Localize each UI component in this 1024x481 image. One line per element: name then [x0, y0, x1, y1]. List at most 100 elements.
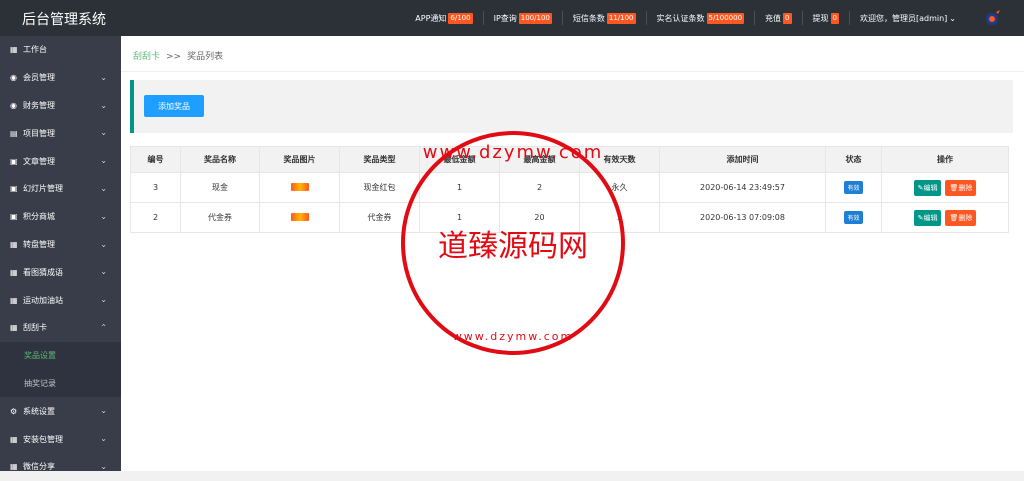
realname-count-link[interactable]: 实名认证条数 5/100000 [645, 11, 755, 25]
chevron-down-icon: ⌄ [100, 406, 107, 416]
chevron-up-icon: ⌃ [100, 322, 107, 332]
top-bar: 后台管理系统 APP通知 6/100 IP查询 100/100 短信条数 11/100… [0, 0, 1024, 36]
add-prize-button[interactable]: 添加奖品 [144, 95, 204, 117]
ip-query-link[interactable]: IP查询 100/100 [482, 11, 562, 25]
chevron-down-icon: ⌄ [100, 211, 107, 221]
column-header: 状态 [825, 146, 882, 173]
sidebar-item-sports-station[interactable]: ▦ 运动加油站 ⌄ [0, 286, 121, 314]
coin-icon: ◉ [10, 100, 17, 110]
column-header: 编号 [130, 146, 181, 173]
sidebar-item-idiom-game[interactable]: ▦ 看图猜成语 ⌄ [0, 258, 121, 286]
cell-actions: ✎编辑 🗑删除 [881, 172, 1009, 203]
file-icon: ▣ [10, 184, 18, 194]
chevron-down-icon: ⌄ [100, 72, 107, 82]
cell-id: 3 [130, 172, 181, 203]
file-icon: ▣ [10, 212, 18, 222]
cell-id: 2 [130, 202, 181, 233]
chevron-down-icon: ⌄ [100, 267, 107, 277]
column-header: 最低金额 [419, 146, 500, 173]
cell-time: 2020-06-14 23:49:57 [659, 172, 826, 203]
edit-button[interactable]: ✎编辑 [913, 209, 942, 226]
gear-icon: ⚙ [10, 406, 18, 416]
main-content: 刮刮卡 >> 奖品列表 添加奖品 编号 奖品名称 奖品图片 奖品类型 最低金额 最高… [121, 36, 1024, 471]
sidebar-item-slides[interactable]: ▣ 幻灯片管理 ⌄ [0, 175, 121, 203]
doc-icon: ▤ [10, 128, 18, 138]
app-title: 后台管理系统 [22, 12, 106, 28]
cell-actions: ✎编辑 🗑删除 [881, 202, 1009, 233]
sidebar: ▦ 工作台 ◉ 会员管理 ⌄ ◉ 财务管理 ⌄ ▤ 项目管理 ⌄ ▣ 文章管理 ⌄ ▣ 幻灯片管理 ⌄… [0, 36, 121, 471]
grid-icon: ▦ [10, 267, 18, 277]
sidebar-item-articles[interactable]: ▣ 文章管理 ⌄ [0, 147, 121, 175]
delete-button[interactable]: 🗑删除 [945, 179, 977, 196]
user-icon: ◉ [10, 73, 17, 83]
column-header: 奖品类型 [339, 146, 420, 173]
cell-days: 永久 [579, 172, 660, 203]
column-header: 奖品名称 [180, 146, 260, 173]
sidebar-item-system-settings[interactable]: ⚙ 系统设置 ⌄ [0, 397, 121, 425]
grid-icon: ▦ [10, 239, 18, 249]
prize-thumbnail [290, 182, 309, 191]
status-badge: 有效 [844, 211, 863, 224]
cell-time: 2020-06-13 07:09:08 [659, 202, 826, 233]
sidebar-item-wechat-share[interactable]: ▦ 微信分享 ⌄ [0, 453, 121, 481]
sidebar-item-finance[interactable]: ◉ 财务管理 ⌄ [0, 92, 121, 120]
grid-icon: ▦ [10, 462, 18, 472]
sms-count-link[interactable]: 短信条数 11/100 [561, 11, 646, 25]
sidebar-item-members[interactable]: ◉ 会员管理 ⌄ [0, 64, 121, 92]
sidebar-item-points-mall[interactable]: ▣ 积分商城 ⌄ [0, 203, 121, 231]
column-header: 添加时间 [659, 146, 826, 173]
cell-status: 有效 [825, 172, 882, 203]
sidebar-subitem-draw-records[interactable]: 抽奖记录 [0, 369, 121, 398]
prize-thumbnail [290, 212, 309, 221]
top-links: APP通知 6/100 IP查询 100/100 短信条数 11/100 实名认证条数… [405, 0, 962, 36]
breadcrumb: 刮刮卡 >> 奖品列表 [133, 49, 223, 62]
sidebar-item-scratch-card[interactable]: ▦ 刮刮卡 ⌃ [0, 314, 121, 342]
cell-min: 1 [419, 202, 500, 233]
table-row: 2 代金券 代金券 1 20 3 2020-06-13 07:09:08 有效 … [130, 202, 1009, 233]
sidebar-item-projects[interactable]: ▤ 项目管理 ⌄ [0, 119, 121, 147]
app-notice-link[interactable]: APP通知 6/100 [405, 11, 482, 25]
cell-min: 1 [419, 172, 500, 203]
user-menu[interactable]: 欢迎您，管理员[admin] ⌄ [848, 11, 962, 25]
badge: 5/100000 [706, 12, 745, 24]
cell-name: 代金券 [180, 202, 260, 233]
grid-icon: ▦ [10, 434, 18, 444]
badge: 0 [783, 12, 792, 24]
cell-name: 现金 [180, 172, 260, 203]
grid-icon: ▦ [10, 295, 18, 305]
breadcrumb-parent[interactable]: 刮刮卡 [133, 52, 160, 62]
recharge-link[interactable]: 充值 0 [754, 11, 801, 25]
badge: 6/100 [448, 12, 473, 24]
status-badge: 有效 [844, 181, 863, 194]
cell-type: 代金券 [339, 202, 420, 233]
badge: 100/100 [518, 12, 552, 24]
chevron-down-icon: ⌄ [100, 461, 107, 471]
grid-icon: ▦ [10, 45, 18, 55]
cell-type: 现金红包 [339, 172, 420, 203]
table-row: 3 现金 现金红包 1 2 永久 2020-06-14 23:49:57 有效 … [130, 172, 1009, 203]
prize-table: 编号 奖品名称 奖品图片 奖品类型 最低金额 最高金额 有效天数 添加时间 状态… [130, 146, 1009, 233]
sidebar-subitem-prize-settings[interactable]: 奖品设置 [0, 341, 121, 370]
cell-image [259, 202, 340, 233]
avatar-icon[interactable] [982, 9, 1002, 27]
badge: 11/100 [606, 12, 636, 24]
withdraw-link[interactable]: 提现 0 [801, 11, 849, 25]
sidebar-item-workbench[interactable]: ▦ 工作台 [0, 36, 121, 64]
badge: 0 [830, 12, 839, 24]
sidebar-item-wheel[interactable]: ▦ 转盘管理 ⌄ [0, 231, 121, 259]
sidebar-item-package-management[interactable]: ▦ 安装包管理 ⌄ [0, 425, 121, 453]
table-header-row: 编号 奖品名称 奖品图片 奖品类型 最低金额 最高金额 有效天数 添加时间 状态… [130, 146, 1009, 173]
column-header: 操作 [881, 146, 1009, 173]
cell-image [259, 172, 340, 203]
edit-button[interactable]: ✎编辑 [913, 179, 942, 196]
chevron-down-icon: ⌄ [100, 295, 107, 305]
chevron-down-icon: ⌄ [100, 239, 107, 249]
chevron-down-icon: ⌄ [100, 434, 107, 444]
grid-icon: ▦ [10, 323, 18, 333]
file-icon: ▣ [10, 156, 18, 166]
toolbar: 添加奖品 [130, 80, 1013, 133]
breadcrumb-separator: >> [166, 52, 182, 62]
column-header: 最高金额 [499, 146, 580, 173]
delete-button[interactable]: 🗑删除 [945, 209, 977, 226]
cell-days: 3 [579, 202, 660, 233]
